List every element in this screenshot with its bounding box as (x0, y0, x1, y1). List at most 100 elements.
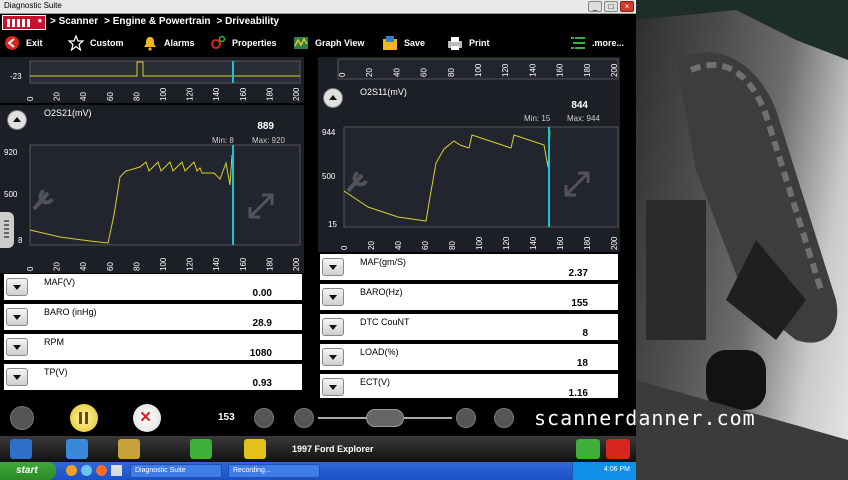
breadcrumb-engine-powertrain[interactable]: > Engine & Powertrain (104, 16, 210, 27)
playback-slider-thumb[interactable] (366, 409, 404, 427)
param-row-maf-v[interactable]: MAF(V) 0.00 (4, 274, 302, 300)
skip-first-button[interactable] (254, 408, 274, 428)
x-tick-label: 20 (53, 92, 62, 101)
x-tick-label: 40 (392, 68, 401, 77)
task-recording[interactable]: Recording... (228, 464, 320, 478)
param-expand-button[interactable] (6, 308, 28, 326)
side-drawer-handle[interactable] (0, 212, 14, 248)
param-value: 0.00 (252, 288, 272, 299)
o2s11-name: O2S11(mV) (360, 87, 407, 97)
pause-icon (79, 412, 82, 424)
x-tick-label: 140 (212, 87, 221, 101)
custom-button[interactable]: Custom (68, 35, 124, 51)
home-icon[interactable] (10, 439, 32, 459)
param-expand-button[interactable] (322, 378, 344, 396)
o2s21-y-tick-max: 920 (4, 148, 18, 157)
param-row-dtc-count[interactable]: DTC CouNT 8 (320, 314, 618, 340)
x-tick-label: 140 (212, 257, 221, 271)
print-button[interactable]: Print (447, 35, 490, 51)
alarms-button[interactable]: Alarms (142, 35, 195, 51)
title-bar: Diagnostic Suite _ □ × (0, 0, 636, 14)
x-tick-label: 180 (583, 236, 592, 250)
param-value: 155 (571, 298, 588, 309)
toolbox-icon[interactable] (118, 439, 140, 459)
param-expand-button[interactable] (322, 318, 344, 336)
param-expand-button[interactable] (322, 258, 344, 276)
param-expand-button[interactable] (322, 288, 344, 306)
x-tick-label: 40 (79, 92, 88, 101)
minimize-button[interactable]: _ (588, 1, 602, 12)
media-icon[interactable] (96, 465, 107, 476)
step-forward-button[interactable] (456, 408, 476, 428)
properties-icon (211, 35, 226, 49)
param-row-ect-v[interactable]: ECT(V) 1.16 (320, 374, 618, 398)
playback-slider[interactable] (318, 409, 452, 427)
param-expand-button[interactable] (6, 278, 28, 296)
more-button[interactable]: .more... (570, 35, 624, 51)
message-icon[interactable] (66, 439, 88, 459)
x-tick-label: 40 (79, 262, 88, 271)
x-tick-label: 140 (528, 63, 537, 77)
param-row-load[interactable]: LOAD(%) 18 (320, 344, 618, 370)
x-tick-label: 160 (239, 257, 248, 271)
o2s11-max: Max: 944 (567, 114, 600, 123)
camera-icon[interactable] (10, 406, 34, 430)
x-tick-label: 180 (265, 257, 274, 271)
param-expand-button[interactable] (322, 348, 344, 366)
breadcrumb-scanner[interactable]: > Scanner (50, 16, 98, 27)
ie-icon[interactable] (81, 465, 92, 476)
o2s11-min: Min: 15 (524, 114, 551, 123)
o2s21-x-ticks: 0 20 40 60 80 100 120 140 160 180 200 (26, 257, 301, 271)
param-value: 18 (576, 358, 588, 369)
skip-last-button[interactable] (494, 408, 514, 428)
x-tick-label: 100 (159, 257, 168, 271)
connection-icon[interactable] (576, 439, 600, 459)
step-back-button[interactable] (294, 408, 314, 428)
param-name: BARO (inHg) (44, 307, 97, 317)
param-row-rpm[interactable]: RPM 1080 (4, 334, 302, 360)
properties-button[interactable]: Properties (210, 35, 277, 51)
param-expand-button[interactable] (6, 338, 28, 356)
user-icon[interactable] (190, 439, 212, 459)
task-label: Recording... (233, 467, 271, 474)
param-name: BARO(Hz) (360, 287, 403, 297)
exit-button[interactable]: Exit (4, 35, 43, 51)
breadcrumb: ★ > Scanner > Engine & Powertrain > Driv… (0, 14, 636, 31)
x-tick-label: 120 (186, 257, 195, 271)
save-icon (383, 36, 397, 50)
param-row-maf-gms[interactable]: MAF(gm/S) 2.37 (320, 254, 618, 280)
print-label: Print (469, 38, 490, 48)
start-button[interactable]: start (0, 462, 56, 480)
maximize-button[interactable]: □ (604, 1, 618, 12)
param-expand-button[interactable] (6, 368, 28, 386)
save-button[interactable]: Save (382, 35, 425, 51)
browser-icon[interactable] (66, 465, 77, 476)
param-name: MAF(V) (44, 277, 75, 287)
param-row-tp-v[interactable]: TP(V) 0.93 (4, 364, 302, 390)
o2s11-panel: 0 20 40 60 80 100 120 140 160 180 200 944 500 15 0… (318, 57, 620, 252)
top-strip-x-ticks: 0 20 40 60 80 100 120 140 160 180 200 (26, 87, 301, 101)
close-button[interactable]: × (620, 1, 634, 12)
param-row-baro-inhg[interactable]: BARO (inHg) 28.9 (4, 304, 302, 330)
o2s21-panel: O2S21(mV) 889 Min: 8 Max: 920 920 500 8 … (0, 105, 304, 273)
param-value: 1080 (249, 348, 272, 359)
x-tick-label: 0 (340, 245, 349, 250)
o2s11-collapse-button[interactable] (323, 88, 343, 108)
param-row-baro-hz[interactable]: BARO(Hz) 155 (320, 284, 618, 310)
graph-view-button[interactable]: Graph View (293, 35, 364, 51)
stop-button[interactable]: × (133, 404, 161, 432)
star-icon (68, 35, 84, 51)
task-label: Diagnostic Suite (135, 467, 186, 474)
breadcrumb-driveability[interactable]: > Driveability (217, 16, 280, 27)
task-diagnostic-suite[interactable]: Diagnostic Suite (130, 464, 222, 478)
bell-icon (144, 37, 156, 51)
o2s11-y-tick-min: 15 (328, 220, 337, 229)
pause-button[interactable] (70, 404, 98, 432)
scanner-icon[interactable] (244, 439, 266, 459)
x-tick-label: 120 (186, 87, 195, 101)
show-desktop-icon[interactable] (111, 465, 122, 476)
battery-icon[interactable] (606, 439, 630, 459)
x-tick-label: 20 (367, 241, 376, 250)
x-tick-label: 200 (292, 257, 301, 271)
clock: 4:06 PM (603, 466, 630, 473)
